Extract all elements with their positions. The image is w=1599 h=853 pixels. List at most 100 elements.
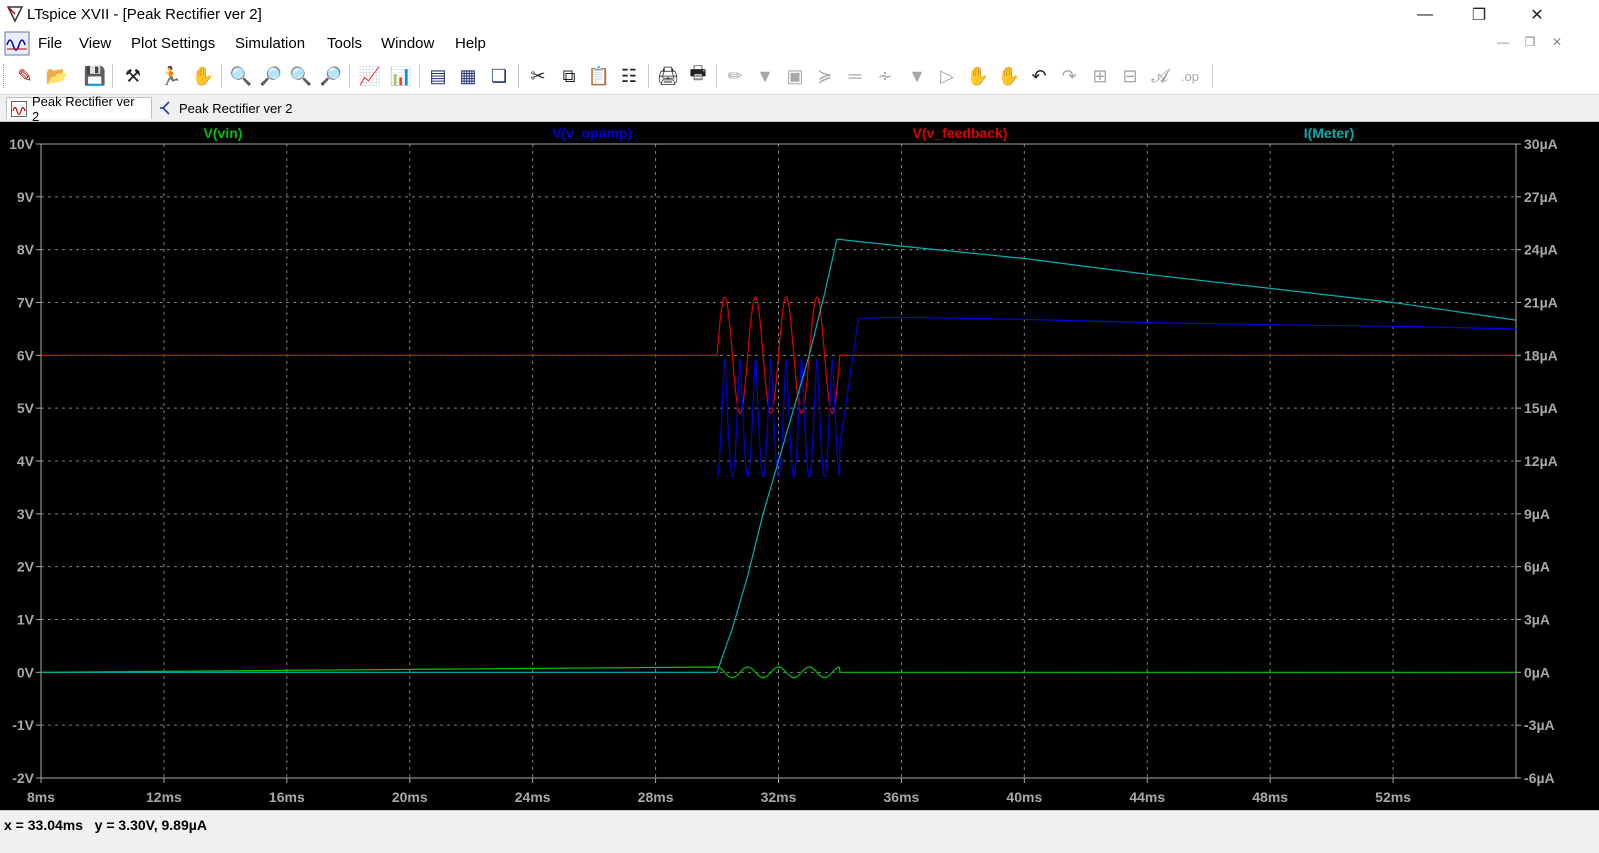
paste-button[interactable]: 📋 [586, 62, 612, 90]
trace-label-vin[interactable]: V(vin) [204, 125, 243, 141]
print-preview-icon: 🖶 [689, 63, 707, 83]
spice-directive-button[interactable]: .op [1177, 62, 1203, 90]
text-button[interactable]: 𝓐 [1147, 62, 1173, 90]
left-tick-label: 10V [9, 136, 35, 152]
inductor-button[interactable]: ∻ [872, 62, 898, 90]
capacitor-button[interactable]: ═ [842, 62, 868, 90]
left-tick-label: 9V [17, 189, 35, 205]
undo-button[interactable]: ↶ [1026, 62, 1052, 90]
save-icon: 💾 [83, 65, 107, 86]
x-tick-label: 48ms [1252, 789, 1288, 805]
cascade-button[interactable]: ❏ [486, 62, 512, 90]
resistor-button[interactable]: ≽ [812, 62, 838, 90]
menu-file[interactable]: File [38, 35, 62, 52]
copy-button[interactable]: ⧉ [556, 62, 582, 90]
left-tick-label: 0V [17, 664, 35, 680]
menu-view[interactable]: View [79, 35, 111, 52]
left-tick-label: 8V [17, 242, 35, 258]
binoculars-icon: ☷ [620, 65, 638, 86]
move-button[interactable]: ✋ [965, 62, 991, 90]
new-schematic-button[interactable]: ✎ [12, 62, 38, 90]
mdi-minimize-button[interactable]: — [1493, 35, 1513, 49]
zoom-out-button[interactable]: 🔍 [288, 62, 314, 90]
pencil-icon: ✏ [727, 65, 743, 86]
menu-simulation[interactable]: Simulation [235, 35, 305, 52]
zoom-out-icon: 🔍 [289, 65, 313, 86]
save-button[interactable]: 💾 [82, 62, 108, 90]
zoom-area-button[interactable]: 🔍 [228, 62, 254, 90]
menu-window[interactable]: Window [381, 35, 434, 52]
find-button[interactable]: ☷ [616, 62, 642, 90]
autorange-button[interactable]: 📈 [357, 62, 383, 90]
diode-button[interactable]: ▼ [904, 62, 930, 90]
cut-button[interactable]: ✂ [525, 62, 551, 90]
x-tick-label: 40ms [1006, 789, 1042, 805]
menu-tools[interactable]: Tools [327, 35, 362, 52]
right-tick-label: -6µA [1524, 770, 1555, 786]
run-button[interactable]: 🏃 [158, 62, 184, 90]
copy-icon: ⧉ [562, 65, 576, 86]
open-button[interactable]: 📂 [44, 62, 70, 90]
mirror-button[interactable]: ⊟ [1117, 62, 1143, 90]
halt-button[interactable]: ✋ [190, 62, 216, 90]
drag-button[interactable]: ✋ [996, 62, 1022, 90]
label-net-button[interactable]: ▣ [782, 62, 808, 90]
right-tick-label: 6µA [1524, 559, 1550, 575]
plot-axes [36, 143, 1521, 783]
printer-icon: 🖨 [656, 65, 680, 86]
ground-icon: ▼ [756, 65, 774, 86]
ground-button[interactable]: ▼ [752, 62, 778, 90]
print-button[interactable]: 🖨 [655, 62, 681, 90]
new-schematic-icon: ✎ [17, 65, 33, 86]
x-tick-label: 28ms [638, 789, 674, 805]
mdi-restore-button[interactable]: ❐ [1520, 35, 1540, 49]
redo-button[interactable]: ↷ [1056, 62, 1082, 90]
menu-plot-settings[interactable]: Plot Settings [131, 35, 215, 52]
zoom-to-fit-button[interactable]: 📊 [388, 62, 414, 90]
waveform-document-icon[interactable] [4, 31, 30, 56]
trace-label-i-meter[interactable]: I(Meter) [1304, 125, 1355, 141]
left-axis-labels: 10V 9V 8V 7V 6V 5V 4V 3V 2V 1V 0V -1V -2V [9, 136, 35, 786]
pan-button[interactable]: 🔎 [258, 62, 284, 90]
trace-label-v-opamp[interactable]: V(v_opamp) [552, 125, 632, 141]
print-preview-button[interactable]: 🖶 [685, 62, 711, 90]
capacitor-icon: ═ [848, 65, 862, 86]
menu-bar: File View Plot Settings Simulation Tools… [0, 30, 1599, 59]
component-icon: ▷ [940, 65, 954, 86]
move-hand-icon: ✋ [966, 65, 990, 86]
drag-hand-icon: ✋ [997, 65, 1021, 86]
plot-traces [40, 238, 1517, 679]
trace-v-opamp[interactable] [716, 316, 1517, 479]
tile-horizontal-button[interactable]: ▤ [425, 62, 451, 90]
trace-label-v-feedback[interactable]: V(v_feedback) [913, 125, 1008, 141]
toolbar-separator [716, 64, 717, 88]
trace-labels: V(vin) V(v_opamp) V(v_feedback) I(Meter) [204, 125, 1355, 141]
waveform-chart[interactable]: 10V 9V 8V 7V 6V 5V 4V 3V 2V 1V 0V -1V -2V 30µA 27µA 24… [0, 122, 1599, 810]
tab-waveform[interactable]: Peak Rectifier ver 2 [6, 94, 152, 124]
minimize-button[interactable]: — [1402, 2, 1448, 28]
mdi-close-button[interactable]: ✕ [1547, 35, 1567, 49]
component-button[interactable]: ▷ [934, 62, 960, 90]
label-net-icon: ▣ [786, 65, 804, 86]
zoom-full-button[interactable]: 🔎 [318, 62, 344, 90]
close-button[interactable]: ✕ [1514, 2, 1560, 28]
mirror-icon: ⊟ [1122, 65, 1138, 86]
hammer-icon: ⚒ [124, 65, 142, 86]
rotate-button[interactable]: ⊞ [1087, 62, 1113, 90]
title-bar: LTspice XVII - [Peak Rectifier ver 2] — … [0, 0, 1599, 30]
resistor-icon: ≽ [817, 65, 833, 86]
control-panel-button[interactable]: ⚒ [120, 62, 146, 90]
schematic-icon [160, 101, 170, 115]
diode-icon: ▼ [908, 65, 926, 86]
draw-wire-button[interactable]: ✏ [722, 62, 748, 90]
running-man-icon: 🏃 [159, 65, 183, 86]
toolbar-grip[interactable] [3, 64, 6, 88]
restore-button[interactable]: ❐ [1456, 2, 1502, 28]
tab-schematic[interactable]: Peak Rectifier ver 2 [154, 97, 299, 119]
tile-vertical-button[interactable]: ▦ [455, 62, 481, 90]
waveform-plot[interactable]: 10V 9V 8V 7V 6V 5V 4V 3V 2V 1V 0V -1V -2V 30µA 27µA 24… [0, 122, 1599, 810]
x-tick-label: 52ms [1375, 789, 1411, 805]
menu-help[interactable]: Help [455, 35, 486, 52]
magnifier-icon: 🔎 [259, 65, 283, 86]
toolbar-separator [1212, 64, 1213, 88]
